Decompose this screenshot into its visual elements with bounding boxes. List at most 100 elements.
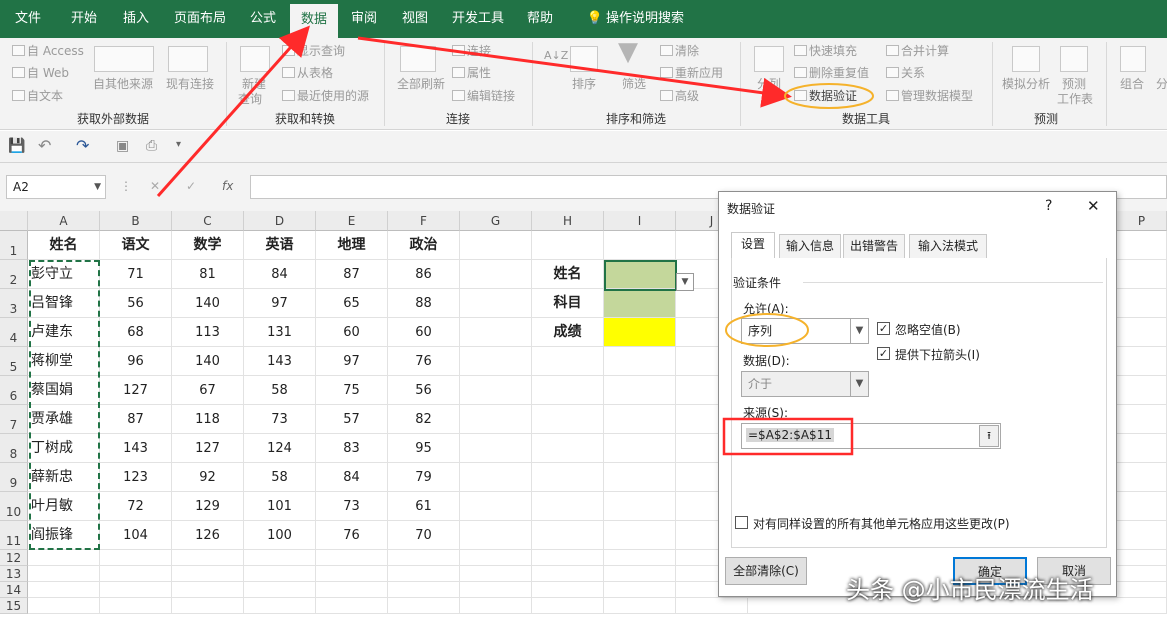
from-other-sources-button[interactable]: 自其他来源 [93, 76, 153, 92]
connections-button[interactable]: 连接 [452, 43, 491, 59]
input-cell[interactable] [604, 318, 676, 347]
in-cell-dropdown-checkbox[interactable]: ✓ [877, 347, 890, 360]
group-button[interactable]: 组合 [1120, 76, 1144, 92]
row-header[interactable]: 13 [0, 566, 28, 582]
row-header[interactable]: 15 [0, 598, 28, 614]
cell[interactable] [100, 582, 172, 598]
cell[interactable] [460, 550, 532, 566]
label-cell[interactable]: 成绩 [532, 318, 604, 347]
column-header[interactable]: F [388, 211, 460, 231]
score-cell[interactable]: 76 [316, 521, 388, 550]
from-web-button[interactable]: 自 Web [12, 65, 69, 81]
column-header[interactable]: I [604, 211, 676, 231]
properties-button[interactable]: 属性 [452, 65, 491, 81]
print-icon[interactable]: ⎙ [146, 138, 157, 154]
score-cell[interactable]: 60 [388, 318, 460, 347]
score-cell[interactable]: 73 [316, 492, 388, 521]
score-cell[interactable]: 140 [172, 347, 244, 376]
cell[interactable] [532, 376, 604, 405]
edit-links-button[interactable]: 编辑链接 [452, 88, 515, 104]
cell[interactable] [244, 598, 316, 614]
consolidate-button[interactable]: 合并计算 [886, 43, 949, 59]
row-header[interactable]: 11 [0, 521, 28, 550]
cell[interactable] [28, 550, 100, 566]
cell[interactable] [532, 521, 604, 550]
reapply-button[interactable]: 重新应用 [660, 65, 723, 81]
tab-data[interactable]: 数据 [290, 4, 338, 38]
cell[interactable] [460, 231, 532, 260]
ungroup-button-partial[interactable]: 分 [1156, 76, 1167, 92]
score-cell[interactable]: 126 [172, 521, 244, 550]
existing-connections-button[interactable]: 现有连接 [166, 76, 214, 92]
relationships-button[interactable]: 关系 [886, 65, 925, 81]
select-all-corner[interactable] [0, 211, 28, 231]
score-cell[interactable]: 92 [172, 463, 244, 492]
text-to-columns-button[interactable]: 分列 [757, 76, 781, 92]
score-cell[interactable]: 118 [172, 405, 244, 434]
label-cell[interactable]: 姓名 [532, 260, 604, 289]
score-cell[interactable]: 65 [316, 289, 388, 318]
advanced-filter-button[interactable]: 高级 [660, 88, 699, 104]
input-cell[interactable] [604, 289, 676, 318]
header-cell[interactable]: 地理 [316, 231, 388, 260]
score-cell[interactable]: 75 [316, 376, 388, 405]
cell[interactable] [532, 550, 604, 566]
tab-page-layout[interactable]: 页面布局 [168, 0, 232, 38]
tab-developer[interactable]: 开发工具 [448, 0, 508, 38]
cell[interactable] [244, 582, 316, 598]
score-cell[interactable]: 131 [244, 318, 316, 347]
cell[interactable] [28, 582, 100, 598]
cell[interactable] [316, 550, 388, 566]
data-validation-button[interactable]: 数据验证 [794, 88, 857, 104]
score-cell[interactable]: 97 [244, 289, 316, 318]
cell[interactable] [532, 566, 604, 582]
insert-function-icon[interactable]: fx [222, 179, 233, 193]
cell[interactable] [28, 566, 100, 582]
score-cell[interactable]: 143 [244, 347, 316, 376]
tab-review[interactable]: 审阅 [344, 0, 384, 38]
new-query-button[interactable]: 新建 [242, 76, 266, 92]
score-cell[interactable]: 124 [244, 434, 316, 463]
cell[interactable] [604, 376, 676, 405]
cell[interactable] [604, 231, 676, 260]
score-cell[interactable]: 143 [100, 434, 172, 463]
cell[interactable] [316, 598, 388, 614]
score-cell[interactable]: 84 [244, 260, 316, 289]
row-header[interactable]: 7 [0, 405, 28, 434]
header-cell[interactable]: 语文 [100, 231, 172, 260]
score-cell[interactable]: 61 [388, 492, 460, 521]
cell[interactable] [532, 492, 604, 521]
cell[interactable] [100, 550, 172, 566]
tab-settings[interactable]: 设置 [731, 232, 775, 258]
sort-az-icon[interactable]: A↓Z [544, 48, 568, 64]
clear-filter-button[interactable]: 清除 [660, 43, 699, 59]
score-cell[interactable]: 97 [316, 347, 388, 376]
cell[interactable] [532, 582, 604, 598]
cell[interactable] [604, 582, 676, 598]
cell[interactable] [460, 318, 532, 347]
column-header[interactable]: P [1117, 211, 1167, 231]
sort-button[interactable]: 排序 [572, 76, 596, 92]
score-cell[interactable]: 127 [172, 434, 244, 463]
score-cell[interactable]: 87 [316, 260, 388, 289]
score-cell[interactable]: 58 [244, 376, 316, 405]
header-cell[interactable]: 数学 [172, 231, 244, 260]
recent-sources-button[interactable]: 最近使用的源 [282, 88, 369, 104]
score-cell[interactable]: 67 [172, 376, 244, 405]
manage-data-model-button[interactable]: 管理数据模型 [886, 88, 973, 104]
customize-qat-icon[interactable]: ▾ [176, 139, 181, 150]
dropdown-arrow-icon[interactable]: ▼ [676, 273, 694, 291]
row-header[interactable]: 6 [0, 376, 28, 405]
cell[interactable] [460, 260, 532, 289]
collapse-dialog-icon[interactable]: ⭱ [979, 425, 999, 447]
label-cell[interactable]: 科目 [532, 289, 604, 318]
apply-all-checkbox[interactable] [735, 516, 748, 529]
header-cell[interactable]: 英语 [244, 231, 316, 260]
score-cell[interactable]: 129 [172, 492, 244, 521]
cell[interactable] [172, 566, 244, 582]
cell[interactable] [316, 582, 388, 598]
cell[interactable] [100, 598, 172, 614]
score-cell[interactable]: 95 [388, 434, 460, 463]
row-header[interactable]: 3 [0, 289, 28, 318]
cell[interactable] [532, 463, 604, 492]
